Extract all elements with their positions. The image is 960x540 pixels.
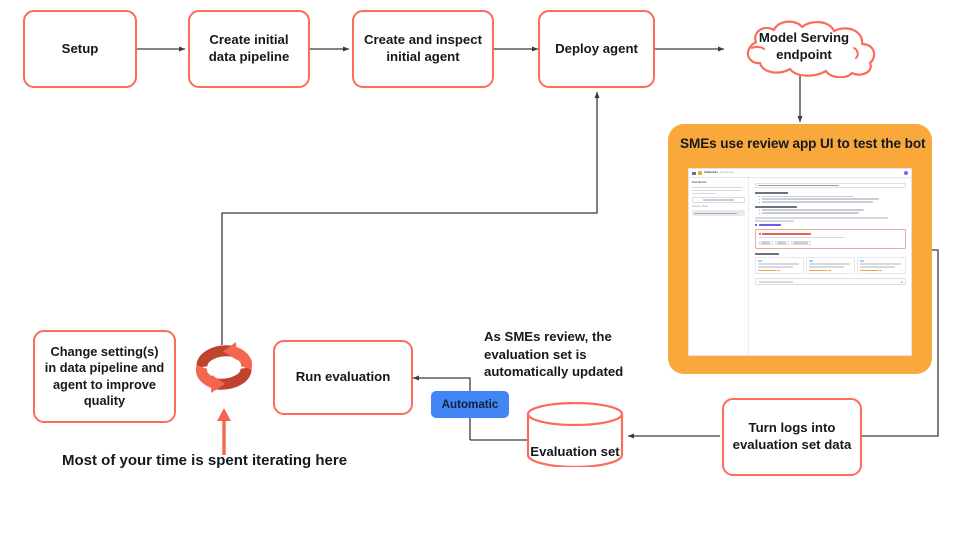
app-body: Test the bot Session chats ‹ ›: [689, 178, 911, 355]
feedback-dontknow-button[interactable]: [790, 240, 812, 246]
node-turn-logs-label: Turn logs into evaluation set data: [733, 420, 852, 454]
node-run-evaluation[interactable]: Run evaluation: [273, 340, 413, 415]
edit-response-link[interactable]: [755, 224, 906, 227]
user-avatar-icon[interactable]: [903, 170, 908, 176]
annotation-iterating-here: Most of your time is spent iterating her…: [62, 452, 347, 469]
line-3: automatically updated: [484, 364, 624, 380]
line-2: evaluation set data: [732, 437, 852, 452]
node-change-settings[interactable]: Change setting(s) in data pipeline and a…: [33, 330, 176, 423]
annotation-iterating-label: Most of your time is spent iterating her…: [62, 452, 348, 469]
source-card-list: [755, 256, 907, 275]
source-type-badge: [809, 259, 814, 262]
node-create-pipeline-label: Create initial data pipeline: [209, 32, 290, 66]
app-subtitle: Review App: [720, 170, 734, 174]
line-1: Create and inspect: [364, 32, 482, 48]
requirements-bullets: [755, 209, 906, 214]
node-create-and-inspect-initial-agent[interactable]: Create and inspect initial agent: [352, 10, 494, 88]
app-main-content: ‹ ›: [749, 178, 911, 355]
diagram-canvas: Setup Create initial data pipeline Creat…: [0, 0, 960, 540]
alert-icon: [758, 232, 761, 235]
feedback-question: [758, 236, 845, 239]
requirements-heading: [755, 205, 906, 208]
source-reference-chip: [860, 269, 903, 272]
sidebar-history-item[interactable]: [692, 210, 745, 217]
app-product-name: Databricks: [704, 170, 718, 174]
chevron-left-icon[interactable]: ‹: [902, 252, 903, 256]
node-model-serving-label: Model Serving endpoint: [722, 18, 886, 78]
source-card[interactable]: [857, 256, 907, 275]
hamburger-icon[interactable]: [692, 171, 696, 175]
node-evaluation-set-label: Evaluation set: [530, 444, 620, 459]
node-evaluation-set[interactable]: Evaluation set: [526, 401, 624, 469]
pencil-icon: [755, 224, 757, 227]
sources-heading: ‹ ›: [755, 252, 906, 256]
start-new-chat-button[interactable]: [692, 197, 745, 203]
review-app-panel-title: SMEs use review app UI to test the bot: [680, 136, 926, 151]
send-arrow-icon[interactable]: [900, 280, 903, 283]
app-topbar: Databricks Review App: [689, 169, 911, 178]
feedback-card: [755, 229, 906, 249]
line-2: in data pipeline and: [44, 360, 165, 376]
source-type-badge: [758, 259, 762, 262]
sidebar-description: [692, 186, 745, 195]
node-change-settings-label: Change setting(s) in data pipeline and a…: [45, 344, 164, 410]
node-deploy-agent-label: Deploy agent: [555, 40, 638, 56]
annotation-sme-review: As SMEs review, the evaluation set is au…: [484, 328, 664, 381]
line-1: Model Serving: [758, 30, 850, 46]
line-2: endpoint: [776, 47, 832, 62]
review-app-panel: SMEs use review app UI to test the bot D…: [668, 124, 932, 374]
source-card[interactable]: [806, 256, 855, 275]
node-setup-label: Setup: [61, 40, 99, 56]
feedback-buttons: [758, 240, 903, 246]
line-1: As SMEs review, the: [484, 329, 612, 344]
feedback-label: [758, 232, 903, 235]
chevron-right-icon[interactable]: ›: [905, 252, 906, 256]
request-id-field[interactable]: [755, 183, 906, 188]
feedback-yes-button[interactable]: [758, 240, 773, 246]
source-card[interactable]: [755, 256, 804, 275]
cloud-text: Model Serving endpoint: [759, 30, 849, 63]
automatic-badge-label: Automatic: [441, 398, 499, 411]
benefits-heading: [755, 192, 906, 194]
node-run-evaluation-label: Run evaluation: [295, 369, 391, 385]
line-2: evaluation set is: [484, 346, 587, 362]
summary-text: [755, 217, 906, 222]
line-1: Change setting(s): [50, 343, 159, 359]
review-app-screenshot[interactable]: Databricks Review App Test the bot Sessi…: [688, 168, 912, 356]
node-setup[interactable]: Setup: [23, 10, 137, 88]
source-type-badge: [860, 259, 865, 262]
node-turn-logs-into-evaluation-set-data[interactable]: Turn logs into evaluation set data: [722, 398, 862, 476]
feedback-no-button[interactable]: [774, 240, 789, 246]
line-1: Create initial: [209, 32, 289, 48]
node-model-serving-endpoint[interactable]: Model Serving endpoint: [722, 18, 886, 78]
line-2: data pipeline: [208, 49, 290, 64]
line-3: agent to improve: [52, 376, 157, 392]
arrow-loop-to-deploy: [221, 91, 600, 345]
node-inspect-agent-label: Create and inspect initial agent: [364, 32, 482, 66]
line-4: quality: [83, 392, 126, 408]
line-1: Turn logs into: [748, 420, 836, 436]
node-deploy-agent[interactable]: Deploy agent: [538, 10, 655, 88]
node-create-initial-data-pipeline[interactable]: Create initial data pipeline: [188, 10, 310, 88]
sidebar-section-label: Session chats: [692, 204, 709, 208]
automatic-badge: Automatic: [431, 391, 509, 418]
app-sidebar: Test the bot Session chats: [689, 178, 749, 355]
ask-question-input[interactable]: [755, 278, 906, 286]
source-reference-chip: [758, 269, 801, 272]
sidebar-heading: Test the bot: [692, 181, 707, 184]
up-arrow-icon: [217, 408, 231, 455]
app-logo-icon: [698, 171, 702, 175]
benefits-bullets: [755, 195, 906, 203]
sources-pager[interactable]: ‹ ›: [902, 252, 906, 256]
refresh-loop-icon: [193, 338, 255, 404]
source-reference-chip: [809, 269, 852, 272]
line-2: initial agent: [386, 49, 460, 64]
